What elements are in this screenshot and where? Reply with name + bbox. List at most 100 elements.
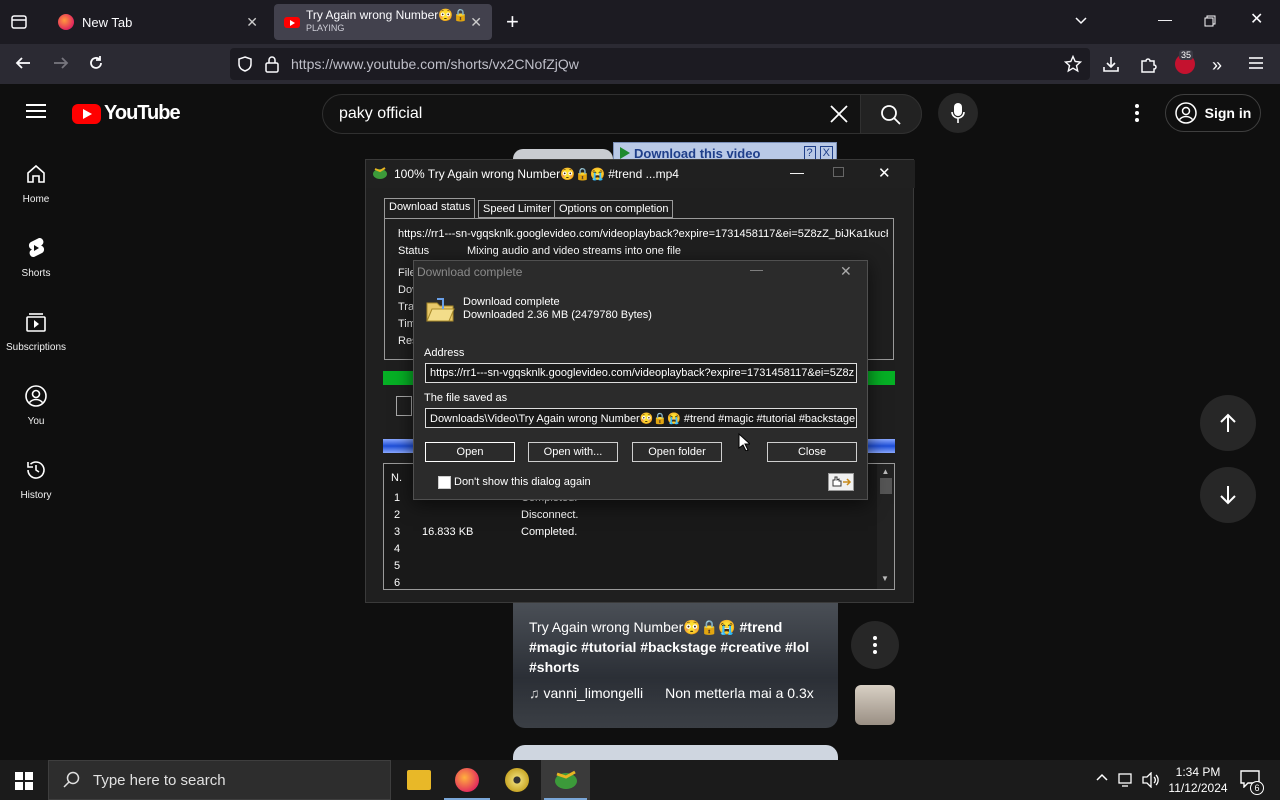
minimize-icon[interactable]: — — [790, 164, 804, 180]
sidebar-item-label: Subscriptions — [5, 342, 67, 353]
short-more-options-button[interactable] — [851, 621, 899, 669]
download-window-titlebar[interactable]: 100% Try Again wrong Number😳🔒😭 #trend ..… — [366, 160, 915, 188]
microphone-icon — [951, 102, 965, 124]
help-question-icon[interactable]: ? — [803, 146, 816, 160]
sound-thumbnail-avatar[interactable] — [855, 685, 895, 725]
media-player-icon[interactable] — [505, 768, 529, 792]
close-icon[interactable]: ✕ — [840, 263, 852, 280]
short-title[interactable]: Try Again wrong Number😳🔒😭 #trend #magic … — [529, 617, 829, 677]
idm-taskbar-button[interactable] — [541, 760, 590, 800]
connections-rows: 1 Completed. 2 Disconnect. 3 16.833 KB C… — [384, 487, 874, 589]
clock[interactable]: 1:34 PM 11/12/2024 — [1162, 764, 1234, 796]
search-icon — [63, 771, 81, 789]
table-row-number: 2 — [394, 509, 401, 521]
arrow-down-icon — [1220, 486, 1236, 505]
tab-bar: New Tab ✕ Try Again wrong Number😳🔒 PLAYI… — [0, 0, 1280, 44]
restore-window-icon[interactable] — [1204, 15, 1216, 27]
downloads-icon[interactable] — [1102, 55, 1120, 73]
maximize-icon — [833, 167, 844, 177]
download-play-arrow-icon — [620, 147, 630, 159]
transfer-rate-label: Tra — [398, 301, 415, 313]
network-icon[interactable] — [1118, 772, 1136, 788]
download-url: https://rr1---sn-vgqsknlk.googlevideo.co… — [398, 228, 888, 240]
minimize-window-icon[interactable]: — — [1158, 12, 1172, 26]
search-box[interactable]: paky official — [322, 94, 922, 134]
close-tab-icon[interactable]: ✕ — [470, 14, 482, 31]
reload-icon[interactable] — [87, 54, 105, 72]
more-tools-chevrons-icon[interactable]: » — [1212, 55, 1222, 76]
tab-new-tab[interactable]: New Tab ✕ — [48, 4, 268, 40]
open-button[interactable]: Open — [425, 442, 515, 462]
tab-list-icon[interactable] — [10, 13, 28, 31]
download-complete-dialog: Download complete — ✕ Download complete … — [413, 260, 868, 500]
hand-pointer-icon[interactable] — [828, 473, 854, 491]
back-icon[interactable] — [14, 54, 32, 72]
dialog-titlebar[interactable]: Download complete — ✕ — [414, 261, 867, 283]
volume-icon[interactable] — [1142, 772, 1160, 788]
new-tab-plus-icon[interactable]: + — [506, 11, 519, 33]
youtube-logo[interactable]: YouTube — [72, 102, 181, 125]
show-hidden-icons-chevron-icon[interactable] — [1096, 772, 1108, 784]
saved-path-field[interactable]: Downloads\Video\Try Again wrong Number😳🔒… — [425, 408, 857, 428]
short-channel-name[interactable]: vanni_limongelli — [544, 685, 644, 701]
forward-icon[interactable] — [52, 54, 70, 72]
sidebar-item-shorts[interactable]: Shorts — [0, 236, 72, 279]
table-scrollbar[interactable]: ▲ ▼ — [877, 464, 894, 589]
taskbar-search-box[interactable]: Type here to search — [48, 760, 391, 800]
sidebar-item-label: Shorts — [21, 268, 51, 279]
sidebar-item-subscriptions[interactable]: Subscriptions — [0, 310, 72, 353]
column-header-number: N. — [391, 472, 402, 484]
tab-youtube-short[interactable]: Try Again wrong Number😳🔒 PLAYING ✕ — [274, 4, 492, 40]
settings-more-icon[interactable] — [1134, 104, 1140, 122]
firefox-taskbar-icon[interactable] — [455, 768, 479, 792]
clear-search-icon[interactable] — [829, 104, 849, 124]
clock-date: 11/12/2024 — [1168, 781, 1228, 795]
close-tab-icon[interactable]: ✕ — [246, 14, 258, 31]
complete-heading: Download complete — [463, 296, 560, 308]
extensions-puzzle-icon[interactable] — [1139, 55, 1157, 73]
app-menu-icon[interactable] — [1248, 56, 1264, 70]
minimize-icon[interactable]: — — [750, 262, 763, 277]
search-input[interactable]: paky official — [339, 105, 422, 123]
close-window-icon[interactable]: ✕ — [1250, 12, 1263, 28]
short-sound-row[interactable]: ♫ vanni_limongelli Non metterla mai a 0.… — [529, 685, 814, 701]
show-details-button[interactable] — [396, 396, 412, 416]
sign-in-button[interactable]: Sign in — [1165, 94, 1261, 132]
short-sound-title[interactable]: Non metterla mai a 0.3x — [665, 685, 814, 701]
next-short-button[interactable] — [1200, 467, 1256, 523]
close-icon[interactable]: ✕ — [878, 164, 891, 182]
sidebar-item-label: You — [27, 416, 45, 427]
folder-open-icon — [425, 295, 455, 325]
table-row-number: 3 — [394, 526, 401, 538]
guide-menu-icon[interactable] — [26, 103, 46, 119]
taskbar-search-placeholder: Type here to search — [93, 771, 226, 789]
tab-download-status[interactable]: Download status — [384, 198, 476, 218]
windows-start-icon[interactable] — [15, 772, 33, 790]
sidebar-item-history[interactable]: History — [0, 458, 72, 501]
home-icon — [24, 162, 48, 186]
file-explorer-icon[interactable] — [407, 770, 431, 790]
firefox-icon — [58, 14, 74, 30]
subscriptions-icon — [24, 310, 48, 334]
tab-overflow-chevron-icon[interactable] — [1074, 14, 1088, 28]
dont-show-again-checkbox[interactable] — [438, 476, 451, 489]
short-video-player[interactable]: Try Again wrong Number😳🔒😭 #trend #magic … — [513, 603, 838, 728]
tracking-protection-shield-icon[interactable] — [236, 55, 254, 73]
voice-search-button[interactable] — [938, 93, 978, 133]
url-bar[interactable]: https://www.youtube.com/shorts/vx2CNofZj… — [230, 48, 1090, 80]
lock-icon[interactable] — [264, 55, 280, 73]
bookmark-star-icon[interactable] — [1064, 55, 1082, 73]
sidebar-item-you[interactable]: You — [0, 384, 72, 427]
sidebar-item-home[interactable]: Home — [0, 162, 72, 205]
search-button[interactable] — [860, 94, 922, 134]
account-circle-icon — [1174, 102, 1197, 124]
open-folder-button[interactable]: Open folder — [632, 442, 722, 462]
sidebar-item-label: History — [20, 490, 52, 501]
address-field[interactable]: https://rr1---sn-vgqsknlk.googlevideo.co… — [425, 363, 857, 383]
previous-short-button[interactable] — [1200, 395, 1256, 451]
open-with-button[interactable]: Open with... — [528, 442, 618, 462]
close-button[interactable]: Close — [767, 442, 857, 462]
tab-options-on-completion[interactable]: Options on completion — [554, 200, 674, 218]
close-panel-icon[interactable]: X — [819, 146, 833, 160]
tab-speed-limiter[interactable]: Speed Limiter — [478, 200, 556, 218]
